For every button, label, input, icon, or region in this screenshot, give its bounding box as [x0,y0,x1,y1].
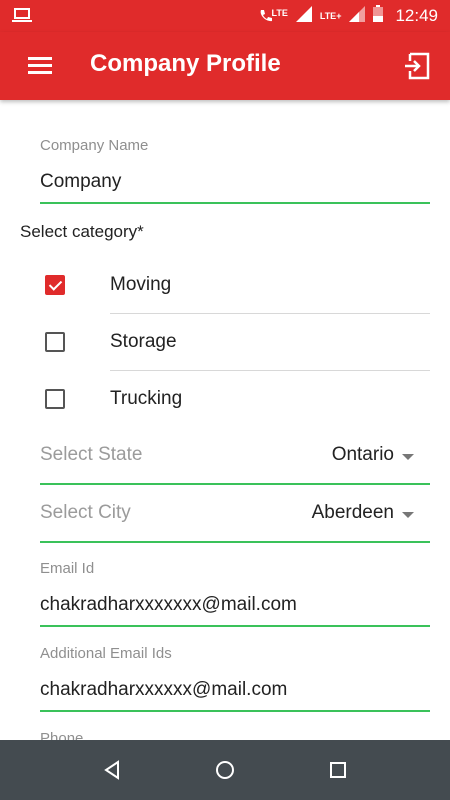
signal-icon [295,5,312,27]
signal-icon-2 [349,5,366,27]
city-hint: Select City [40,502,131,523]
company-name-input[interactable]: Company [40,171,121,193]
email-underline [40,625,430,627]
moving-label: Moving [110,274,172,295]
category-moving-row[interactable]: Moving [0,257,450,314]
trucking-label: Trucking [110,388,183,409]
phone-label: Phone [40,730,84,740]
storage-checkbox[interactable] [45,332,65,352]
company-name-underline [40,202,430,204]
lte-call-label: LTE [271,8,288,18]
company-name-label: Company Name [40,137,149,154]
city-dropdown[interactable]: Select City Aberdeen [40,485,430,543]
state-dropdown[interactable]: Select State Ontario [40,427,430,485]
additional-email-underline [40,710,430,712]
status-time: 12:49 [395,6,438,25]
form-content: Company Name Company Select category* Mo… [0,100,450,740]
battery-icon [373,5,384,27]
category-title: Select category* [20,222,144,241]
moving-checkbox[interactable] [45,275,65,295]
page-title: Company Profile [90,50,281,77]
additional-email-input[interactable]: chakradharxxxxxx@mail.com [40,679,287,701]
dropdown-arrow-icon [402,454,414,460]
storage-label: Storage [110,331,177,352]
category-storage-row[interactable]: Storage [0,314,450,371]
app-bar: Company Profile [0,32,450,100]
system-nav-bar [0,740,450,800]
category-trucking-row[interactable]: Trucking [0,371,450,428]
exit-icon[interactable] [402,50,434,82]
state-hint: Select State [40,444,143,465]
additional-email-label: Additional Email Ids [40,645,172,662]
status-bar: LTE LTE+ 12:49 [0,0,450,32]
hamburger-menu-icon[interactable] [26,54,54,78]
email-label: Email Id [40,560,95,577]
dropdown-arrow-icon [402,512,414,518]
state-value: Ontario [331,444,394,465]
recents-square-icon[interactable] [326,758,350,782]
city-value: Aberdeen [311,502,394,523]
home-circle-icon[interactable] [213,758,237,782]
laptop-icon [12,7,32,28]
trucking-checkbox[interactable] [45,389,65,409]
email-input[interactable]: chakradharxxxxxxx@mail.com [40,594,297,616]
phone-lte-icon: LTE [258,8,288,24]
back-triangle-icon[interactable] [101,758,125,782]
lte-plus-label: LTE+ [319,11,342,21]
city-underline [40,541,430,543]
